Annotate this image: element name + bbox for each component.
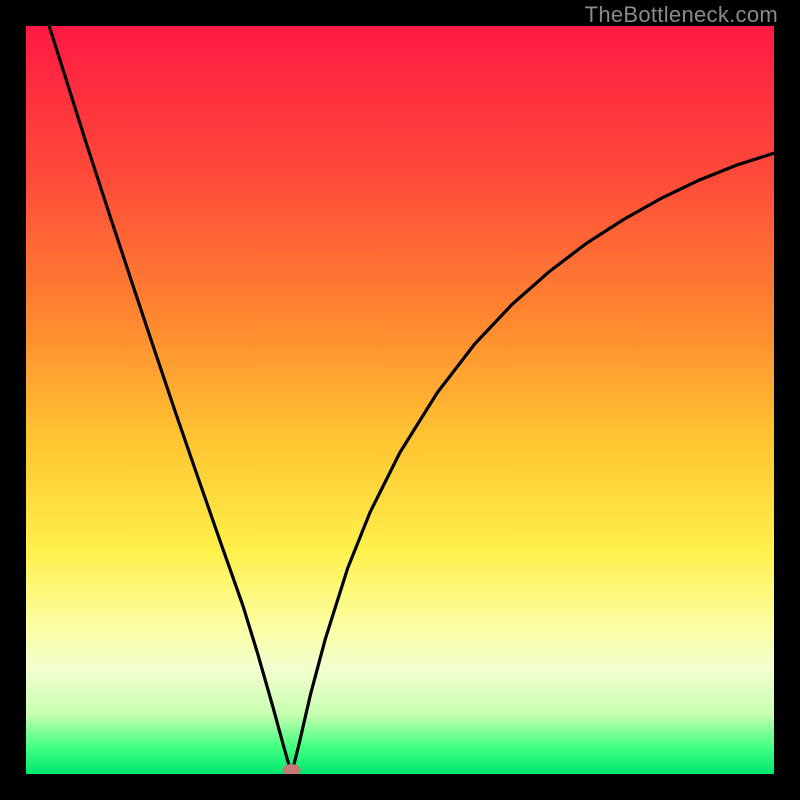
chart-container: TheBottleneck.com	[0, 0, 800, 800]
watermark-text: TheBottleneck.com	[585, 2, 778, 28]
chart-svg	[0, 0, 800, 800]
chart-gradient-background	[26, 26, 774, 774]
